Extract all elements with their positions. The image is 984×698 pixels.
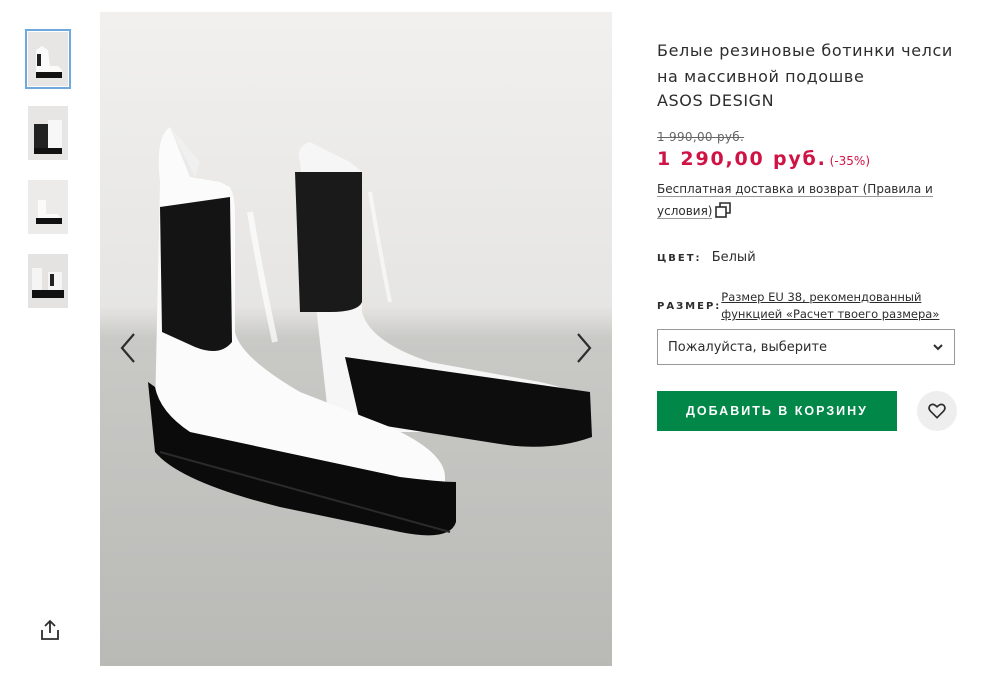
thumbnail-3[interactable] <box>28 180 68 234</box>
copy-icon <box>715 202 732 218</box>
delivery-link[interactable]: Бесплатная доставка и возврат (Правила и… <box>657 182 933 219</box>
color-label: ЦВЕТ: <box>657 253 702 264</box>
actions-row: ДОБАВИТЬ В КОРЗИНУ <box>657 391 957 431</box>
old-price: 1 990,00 руб. <box>657 130 745 144</box>
save-for-later-button[interactable] <box>917 391 957 431</box>
size-label: РАЗМЕР: <box>657 300 722 312</box>
heart-icon <box>928 403 946 419</box>
thumbnail-image <box>28 254 68 308</box>
product-info: Белые резиновые ботинки челси на массивн… <box>657 38 957 431</box>
thumbnail-4[interactable] <box>28 254 68 308</box>
next-image-button[interactable] <box>572 330 596 366</box>
color-row: ЦВЕТ: Белый <box>657 250 957 265</box>
thumbnail-image <box>28 32 68 86</box>
size-select-value: Пожалуйста, выберите <box>668 339 828 355</box>
chevron-left-icon <box>120 333 135 363</box>
size-select[interactable]: Пожалуйста, выберите <box>657 329 955 365</box>
product-brand: ASOS DESIGN <box>657 91 775 110</box>
current-price: 1 290,00 руб. <box>657 148 827 170</box>
product-image <box>100 12 612 666</box>
thumbnail-list <box>25 29 72 328</box>
discount-badge: (-35%) <box>829 154 871 168</box>
share-icon <box>41 619 59 640</box>
size-row: РАЗМЕР: Размер EU 38, рекомендованный фу… <box>657 289 957 323</box>
chevron-down-icon <box>933 344 943 351</box>
thumbnail-1[interactable] <box>25 29 71 89</box>
product-title: Белые резиновые ботинки челси на массивн… <box>657 41 953 86</box>
thumbnail-image <box>28 106 68 160</box>
add-to-bag-button[interactable]: ДОБАВИТЬ В КОРЗИНУ <box>657 391 897 431</box>
size-guide-link[interactable]: Размер EU 38, рекомендованный функцией «… <box>721 289 957 323</box>
thumbnail-image <box>28 180 68 234</box>
thumbnail-2[interactable] <box>28 106 68 160</box>
previous-image-button[interactable] <box>116 330 140 366</box>
chevron-right-icon <box>577 333 592 363</box>
share-button[interactable] <box>38 618 62 642</box>
price-row: 1 290,00 руб. (-35%) <box>657 148 957 170</box>
delivery-info[interactable]: Бесплатная доставка и возврат (Правила и… <box>657 178 957 222</box>
color-value: Белый <box>711 250 756 265</box>
